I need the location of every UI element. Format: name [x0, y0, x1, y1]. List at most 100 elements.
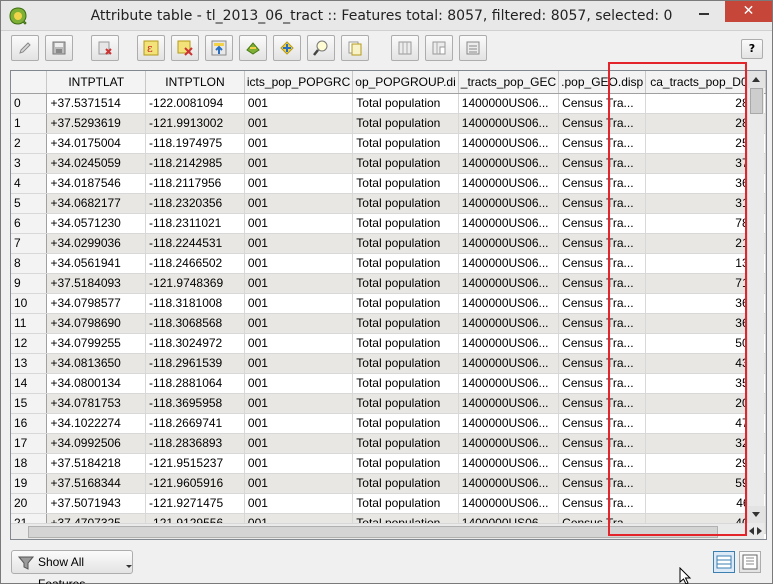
- table-cell[interactable]: +34.0798577: [46, 293, 147, 314]
- row-header[interactable]: 7: [11, 233, 48, 254]
- table-cell[interactable]: 1400000US06...: [458, 493, 560, 514]
- new-column-button[interactable]: [425, 35, 453, 61]
- vertical-scroll-thumb[interactable]: [750, 88, 763, 114]
- table-cell[interactable]: +34.0561941: [46, 253, 147, 274]
- scroll-up-button[interactable]: [748, 71, 765, 88]
- row-header[interactable]: 13: [11, 353, 48, 374]
- table-cell[interactable]: Census Tra...: [558, 273, 647, 294]
- attribute-grid[interactable]: INTPTLAT INTPTLON icts_pop_POPGRC op_POP…: [11, 71, 766, 534]
- table-cell[interactable]: Total population: [352, 313, 459, 334]
- table-cell[interactable]: +34.0799255: [46, 333, 147, 354]
- table-cell[interactable]: 1400000US06...: [458, 173, 560, 194]
- table-cell[interactable]: 001: [244, 293, 354, 314]
- delete-selected-button[interactable]: [91, 35, 119, 61]
- table-cell[interactable]: 1400000US06...: [458, 373, 560, 394]
- show-all-features-button[interactable]: Show All Features: [11, 550, 133, 584]
- table-cell[interactable]: -121.9271475: [145, 493, 245, 514]
- table-cell[interactable]: +34.0245059: [46, 153, 147, 174]
- table-cell[interactable]: Census Tra...: [558, 193, 647, 214]
- table-cell[interactable]: +37.5071943: [46, 493, 147, 514]
- table-cell[interactable]: 1400000US06...: [458, 393, 560, 414]
- table-cell[interactable]: 001: [244, 353, 354, 374]
- table-cell[interactable]: 001: [244, 113, 354, 134]
- close-button[interactable]: ✕: [725, 1, 772, 22]
- table-cell[interactable]: Census Tra...: [558, 333, 647, 354]
- delete-column-button[interactable]: [391, 35, 419, 61]
- table-cell[interactable]: Total population: [352, 333, 459, 354]
- table-cell[interactable]: -121.9605916: [145, 473, 245, 494]
- table-cell[interactable]: +34.0571230: [46, 213, 147, 234]
- title-bar[interactable]: Attribute table - tl_2013_06_tract :: Fe…: [1, 1, 772, 31]
- table-cell[interactable]: -118.2320356: [145, 193, 245, 214]
- scroll-right-icon[interactable]: [757, 527, 762, 535]
- move-selection-top-button[interactable]: [205, 35, 233, 61]
- table-row[interactable]: 18 +37.5184218 -121.9515237 001 Total popula…: [11, 453, 766, 474]
- table-cell[interactable]: Census Tra...: [558, 393, 647, 414]
- table-cell[interactable]: Total population: [352, 373, 459, 394]
- table-cell[interactable]: Total population: [352, 113, 459, 134]
- table-cell[interactable]: 001: [244, 493, 354, 514]
- toggle-editing-button[interactable]: [11, 35, 39, 61]
- table-cell[interactable]: 001: [244, 253, 354, 274]
- table-cell[interactable]: Census Tra...: [558, 293, 647, 314]
- table-cell[interactable]: Census Tra...: [558, 253, 647, 274]
- table-cell[interactable]: 001: [244, 173, 354, 194]
- table-cell[interactable]: -118.2142985: [145, 153, 245, 174]
- unselect-all-button[interactable]: [171, 35, 199, 61]
- table-cell[interactable]: +34.0175004: [46, 133, 147, 154]
- table-cell[interactable]: -122.0081094: [145, 93, 245, 114]
- column-header[interactable]: INTPTLON: [145, 71, 245, 94]
- table-cell[interactable]: 001: [244, 193, 354, 214]
- corner-header[interactable]: [11, 71, 48, 94]
- attribute-table[interactable]: INTPTLAT INTPTLON icts_pop_POPGRC op_POP…: [10, 70, 767, 540]
- table-cell[interactable]: 001: [244, 233, 354, 254]
- table-cell[interactable]: -118.1974975: [145, 133, 245, 154]
- horizontal-scroll-thumb[interactable]: [28, 526, 718, 538]
- table-cell[interactable]: -121.9515237: [145, 453, 245, 474]
- row-header[interactable]: 16: [11, 413, 48, 434]
- row-header[interactable]: 10: [11, 293, 48, 314]
- table-cell[interactable]: Census Tra...: [558, 133, 647, 154]
- table-cell[interactable]: Total population: [352, 253, 459, 274]
- table-cell[interactable]: 1400000US06...: [458, 153, 560, 174]
- table-cell[interactable]: +37.5184093: [46, 273, 147, 294]
- table-row[interactable]: 0 +37.5371514 -122.0081094 001 Total populat…: [11, 93, 766, 114]
- table-cell[interactable]: +34.0187546: [46, 173, 147, 194]
- row-header[interactable]: 8: [11, 253, 48, 274]
- row-header[interactable]: 4: [11, 173, 48, 194]
- table-cell[interactable]: -118.2961539: [145, 353, 245, 374]
- table-row[interactable]: 1 +37.5293619 -121.9913002 001 Total populat…: [11, 113, 766, 134]
- table-view-button[interactable]: [713, 551, 735, 573]
- table-cell[interactable]: Census Tra...: [558, 313, 647, 334]
- table-cell[interactable]: +34.0781753: [46, 393, 147, 414]
- table-cell[interactable]: +34.0682177: [46, 193, 147, 214]
- table-cell[interactable]: Total population: [352, 353, 459, 374]
- table-cell[interactable]: Total population: [352, 193, 459, 214]
- table-cell[interactable]: Total population: [352, 493, 459, 514]
- table-cell[interactable]: 1400000US06...: [458, 233, 560, 254]
- table-cell[interactable]: 001: [244, 453, 354, 474]
- table-row[interactable]: 4 +34.0187546 -118.2117956 001 Total populat…: [11, 173, 766, 194]
- table-cell[interactable]: Census Tra...: [558, 373, 647, 394]
- table-cell[interactable]: Total population: [352, 473, 459, 494]
- table-cell[interactable]: +34.1022274: [46, 413, 147, 434]
- table-cell[interactable]: Census Tra...: [558, 153, 647, 174]
- table-cell[interactable]: 1400000US06...: [458, 313, 560, 334]
- table-cell[interactable]: +37.5293619: [46, 113, 147, 134]
- table-cell[interactable]: Census Tra...: [558, 493, 647, 514]
- table-cell[interactable]: Total population: [352, 293, 459, 314]
- table-row[interactable]: 19 +37.5168344 -121.9605916 001 Total popula…: [11, 473, 766, 494]
- table-cell[interactable]: 1400000US06...: [458, 333, 560, 354]
- row-header[interactable]: 15: [11, 393, 48, 414]
- table-cell[interactable]: 1400000US06...: [458, 273, 560, 294]
- column-header[interactable]: INTPTLAT: [46, 71, 147, 94]
- table-cell[interactable]: +34.0992506: [46, 433, 147, 454]
- table-cell[interactable]: 1400000US06...: [458, 293, 560, 314]
- column-header[interactable]: _tracts_pop_GEC: [458, 71, 560, 94]
- table-cell[interactable]: +34.0299036: [46, 233, 147, 254]
- table-cell[interactable]: -118.2244531: [145, 233, 245, 254]
- table-row[interactable]: 14 +34.0800134 -118.2881064 001 Total popula…: [11, 373, 766, 394]
- row-header[interactable]: 6: [11, 213, 48, 234]
- table-cell[interactable]: 1400000US06...: [458, 473, 560, 494]
- table-cell[interactable]: Total population: [352, 453, 459, 474]
